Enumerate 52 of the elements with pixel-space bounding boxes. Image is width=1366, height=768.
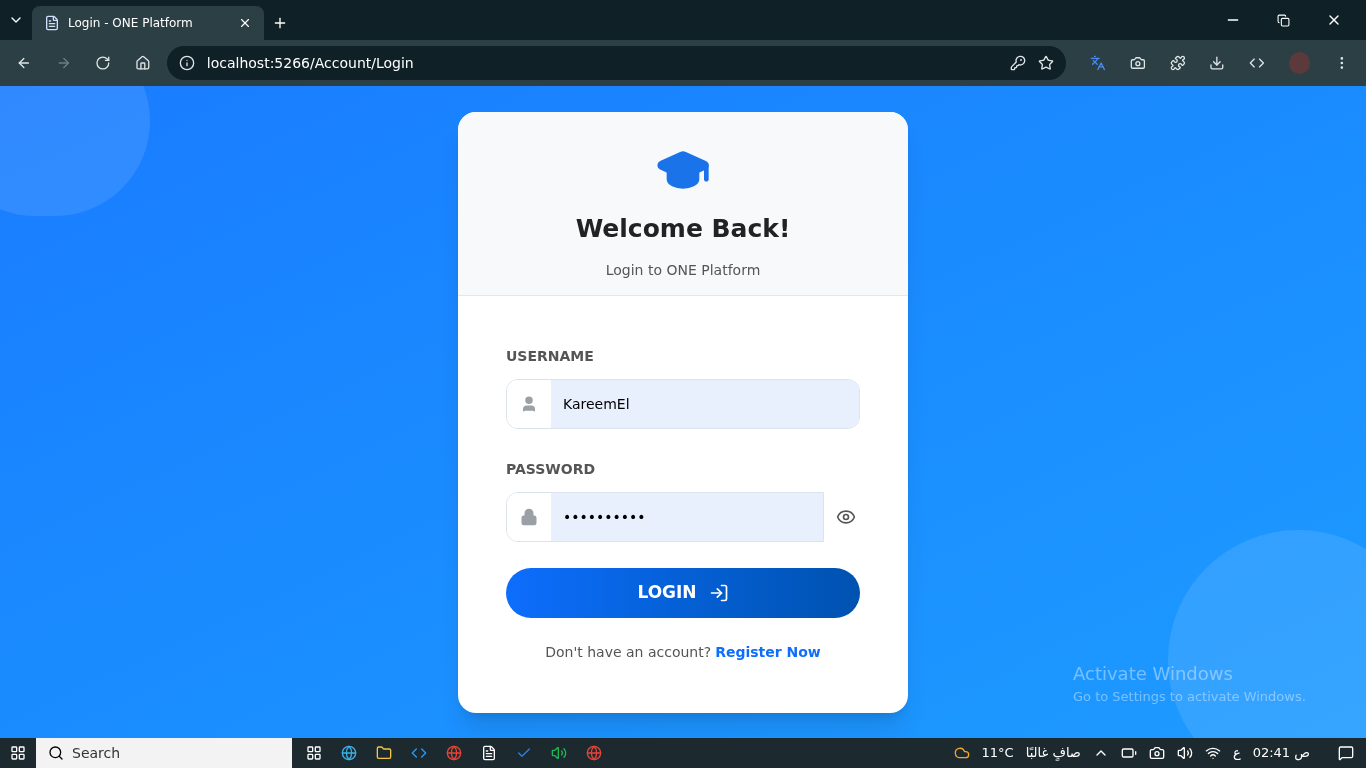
field-label: USERNAME (506, 347, 595, 366)
login-button[interactable]: LOGIN (506, 568, 860, 618)
user-icon (520, 395, 538, 413)
field-label: PASSWORD (506, 460, 597, 479)
key-icon[interactable] (1010, 55, 1027, 71)
activation-title: Activate Windows (1073, 662, 1234, 686)
download-icon[interactable] (1209, 55, 1225, 71)
reload-icon[interactable] (95, 55, 112, 71)
new-tab-icon[interactable] (272, 15, 288, 31)
address-bar[interactable]: localhost:5266/Account/Login (166, 46, 1067, 80)
back-icon[interactable] (16, 55, 32, 71)
notifications-icon[interactable] (1338, 745, 1354, 761)
code-icon[interactable] (1249, 55, 1265, 71)
search-placeholder: Search (72, 743, 121, 763)
browser-tab[interactable]: Login - ONE Platform (32, 6, 264, 40)
page-icon (44, 15, 60, 31)
camera-icon[interactable] (1148, 745, 1165, 761)
register-link[interactable]: Register Now (715, 642, 821, 663)
app-icon[interactable] (481, 745, 497, 761)
lock-icon (520, 508, 538, 526)
welcome-subtitle: Login to ONE Platform (605, 260, 761, 280)
address-text: localhost:5266/Account/Login (206, 53, 415, 73)
taskbar-search[interactable]: Search (36, 738, 292, 768)
activation-message: Go to Settings to activate Windows. (1073, 688, 1306, 706)
close-icon[interactable] (238, 16, 252, 30)
login-icon (708, 583, 729, 603)
weather-text: صافٍ غالبًا (1025, 744, 1081, 763)
tab-title: Login - ONE Platform (68, 15, 194, 32)
weather-icon (953, 745, 970, 761)
bookmark-icon[interactable] (1038, 55, 1055, 71)
temperature: 11°C (981, 744, 1014, 763)
search-icon (48, 745, 64, 761)
camera-icon[interactable] (1129, 55, 1146, 71)
extensions-icon[interactable] (1169, 55, 1186, 71)
windows-start-icon[interactable] (10, 745, 26, 761)
folder-icon[interactable] (376, 745, 392, 761)
clock: 02:41 ص (1252, 744, 1310, 763)
restore-icon[interactable] (1277, 13, 1290, 27)
code-editor-icon[interactable] (411, 745, 427, 761)
password-field[interactable]: •••••••••• (506, 492, 824, 542)
show-password-icon[interactable] (836, 507, 856, 527)
register-prompt: Don't have an account? (545, 643, 712, 662)
volume-icon[interactable] (1176, 745, 1193, 761)
home-icon[interactable] (135, 55, 151, 71)
translate-icon[interactable] (1090, 55, 1106, 71)
info-icon[interactable] (178, 55, 195, 71)
welcome-title: Welcome Back! (575, 213, 791, 245)
task-view-icon[interactable] (306, 745, 322, 761)
wifi-icon[interactable] (1204, 745, 1221, 761)
username-field[interactable]: KareemEl (506, 379, 860, 429)
battery-icon[interactable] (1120, 745, 1137, 761)
language-indicator[interactable]: ع (1232, 743, 1241, 763)
